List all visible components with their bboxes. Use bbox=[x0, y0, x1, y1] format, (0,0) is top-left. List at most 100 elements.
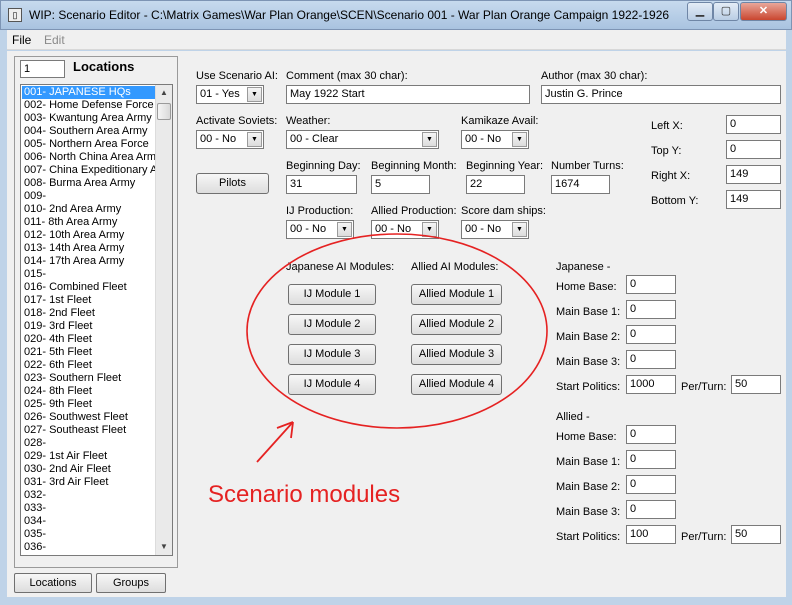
list-scrollbar[interactable]: ▲ ▼ bbox=[155, 85, 172, 555]
list-item[interactable]: 035- bbox=[22, 528, 157, 541]
chevron-down-icon[interactable]: ▼ bbox=[247, 87, 262, 102]
pilots-button[interactable]: Pilots bbox=[196, 173, 269, 194]
list-item[interactable]: 007- China Expeditionary Ar bbox=[22, 164, 157, 177]
list-item[interactable]: 002- Home Defense Force bbox=[22, 99, 157, 112]
allied-prod-select[interactable]: 00 - No ▼ bbox=[371, 220, 439, 239]
scroll-up-icon[interactable]: ▲ bbox=[156, 85, 172, 101]
right-x-input[interactable]: 149 bbox=[726, 165, 781, 184]
scroll-down-icon[interactable]: ▼ bbox=[156, 539, 172, 555]
allied-main-base-2-label: Main Base 2: bbox=[556, 481, 621, 493]
japanese-main-base-1-input[interactable]: 0 bbox=[626, 300, 676, 319]
beg-month-input[interactable]: 5 bbox=[371, 175, 430, 194]
close-button[interactable]: ✕ bbox=[740, 2, 787, 21]
beg-year-input[interactable]: 22 bbox=[466, 175, 525, 194]
japanese-start-politics-input[interactable]: 1000 bbox=[626, 375, 676, 394]
use-ai-select[interactable]: 01 - Yes ▼ bbox=[196, 85, 264, 104]
beg-month-label: Beginning Month: bbox=[371, 160, 457, 172]
minimize-button[interactable]: ▁ bbox=[687, 2, 713, 21]
list-item[interactable]: 030- 2nd Air Fleet bbox=[22, 463, 157, 476]
japanese-home-base-input[interactable]: 0 bbox=[626, 275, 676, 294]
chevron-down-icon[interactable]: ▼ bbox=[337, 222, 352, 237]
list-item[interactable]: 026- Southwest Fleet bbox=[22, 411, 157, 424]
top-y-input[interactable]: 0 bbox=[726, 140, 781, 159]
list-item[interactable]: 018- 2nd Fleet bbox=[22, 307, 157, 320]
list-item[interactable]: 014- 17th Area Army bbox=[22, 255, 157, 268]
ij-module-2-button[interactable]: IJ Module 2 bbox=[288, 314, 376, 335]
list-item[interactable]: 024- 8th Fleet bbox=[22, 385, 157, 398]
allied-per-turn-input[interactable]: 50 bbox=[731, 525, 781, 544]
list-item[interactable]: 005- Northern Area Force bbox=[22, 138, 157, 151]
chevron-down-icon[interactable]: ▼ bbox=[512, 132, 527, 147]
list-item[interactable]: 011- 8th Area Army bbox=[22, 216, 157, 229]
menu-bar: File Edit bbox=[7, 30, 786, 50]
locations-list[interactable]: 001- JAPANESE HQs 002- Home Defense Force… bbox=[20, 84, 173, 556]
bottom-y-input[interactable]: 149 bbox=[726, 190, 781, 209]
allied-home-base-input[interactable]: 0 bbox=[626, 425, 676, 444]
japanese-main-base-2-label: Main Base 2: bbox=[556, 331, 621, 343]
menu-file[interactable]: File bbox=[12, 33, 31, 47]
scroll-thumb[interactable] bbox=[157, 103, 171, 120]
chevron-down-icon[interactable]: ▼ bbox=[422, 132, 437, 147]
japanese-main-base-2-input[interactable]: 0 bbox=[626, 325, 676, 344]
chevron-down-icon[interactable]: ▼ bbox=[512, 222, 527, 237]
ij-module-1-button[interactable]: IJ Module 1 bbox=[288, 284, 376, 305]
allied-module-4-button[interactable]: Allied Module 4 bbox=[411, 374, 502, 395]
list-item[interactable]: 010- 2nd Area Army bbox=[22, 203, 157, 216]
maximize-button[interactable]: ▢ bbox=[713, 2, 739, 21]
list-item[interactable]: 032- bbox=[22, 489, 157, 502]
score-dam-select[interactable]: 00 - No ▼ bbox=[461, 220, 529, 239]
japanese-main-base-3-label: Main Base 3: bbox=[556, 356, 621, 368]
allied-main-base-1-input[interactable]: 0 bbox=[626, 450, 676, 469]
ij-module-4-button[interactable]: IJ Module 4 bbox=[288, 374, 376, 395]
ij-prod-select[interactable]: 00 - No ▼ bbox=[286, 220, 354, 239]
list-item[interactable]: 029- 1st Air Fleet bbox=[22, 450, 157, 463]
list-item[interactable]: 004- Southern Area Army bbox=[22, 125, 157, 138]
soviets-select[interactable]: 00 - No ▼ bbox=[196, 130, 264, 149]
japanese-main-base-3-input[interactable]: 0 bbox=[626, 350, 676, 369]
list-item[interactable]: 009- bbox=[22, 190, 157, 203]
left-x-input[interactable]: 0 bbox=[726, 115, 781, 134]
ij-module-3-button[interactable]: IJ Module 3 bbox=[288, 344, 376, 365]
list-item[interactable]: 021- 5th Fleet bbox=[22, 346, 157, 359]
list-item[interactable]: 031- 3rd Air Fleet bbox=[22, 476, 157, 489]
location-number-input[interactable]: 1 bbox=[20, 60, 65, 78]
list-item[interactable]: 020- 4th Fleet bbox=[22, 333, 157, 346]
list-item[interactable]: 027- Southeast Fleet bbox=[22, 424, 157, 437]
list-item[interactable]: 015- bbox=[22, 268, 157, 281]
allied-module-1-button[interactable]: Allied Module 1 bbox=[411, 284, 502, 305]
japanese-per-turn-input[interactable]: 50 bbox=[731, 375, 781, 394]
list-item[interactable]: 028- bbox=[22, 437, 157, 450]
chevron-down-icon[interactable]: ▼ bbox=[247, 132, 262, 147]
list-item[interactable]: 017- 1st Fleet bbox=[22, 294, 157, 307]
list-item[interactable]: 023- Southern Fleet bbox=[22, 372, 157, 385]
list-item[interactable]: 013- 14th Area Army bbox=[22, 242, 157, 255]
groups-tab-button[interactable]: Groups bbox=[96, 573, 166, 593]
title-bar[interactable]: ▯ WIP: Scenario Editor - C:\Matrix Games… bbox=[0, 0, 792, 30]
list-item[interactable]: 003- Kwantung Area Army bbox=[22, 112, 157, 125]
comment-input[interactable]: May 1922 Start bbox=[286, 85, 530, 104]
list-item[interactable]: 001- JAPANESE HQs bbox=[22, 86, 157, 99]
list-item[interactable]: 012- 10th Area Army bbox=[22, 229, 157, 242]
num-turns-input[interactable]: 1674 bbox=[551, 175, 610, 194]
beg-day-input[interactable]: 31 bbox=[286, 175, 357, 194]
list-item[interactable]: 025- 9th Fleet bbox=[22, 398, 157, 411]
allied-main-base-2-input[interactable]: 0 bbox=[626, 475, 676, 494]
menu-edit[interactable]: Edit bbox=[44, 33, 65, 47]
author-input[interactable]: Justin G. Prince bbox=[541, 85, 781, 104]
list-item[interactable]: 008- Burma Area Army bbox=[22, 177, 157, 190]
list-item[interactable]: 006- North China Area Army bbox=[22, 151, 157, 164]
allied-module-2-button[interactable]: Allied Module 2 bbox=[411, 314, 502, 335]
allied-module-3-button[interactable]: Allied Module 3 bbox=[411, 344, 502, 365]
list-item[interactable]: 033- bbox=[22, 502, 157, 515]
allied-main-base-3-input[interactable]: 0 bbox=[626, 500, 676, 519]
list-item[interactable]: 022- 6th Fleet bbox=[22, 359, 157, 372]
list-item[interactable]: 019- 3rd Fleet bbox=[22, 320, 157, 333]
allied-start-politics-input[interactable]: 100 bbox=[626, 525, 676, 544]
list-item[interactable]: 034- bbox=[22, 515, 157, 528]
list-item[interactable]: 036- bbox=[22, 541, 157, 554]
locations-tab-button[interactable]: Locations bbox=[14, 573, 92, 593]
kamikaze-select[interactable]: 00 - No ▼ bbox=[461, 130, 529, 149]
weather-select[interactable]: 00 - Clear ▼ bbox=[286, 130, 439, 149]
list-item[interactable]: 016- Combined Fleet bbox=[22, 281, 157, 294]
chevron-down-icon[interactable]: ▼ bbox=[422, 222, 437, 237]
